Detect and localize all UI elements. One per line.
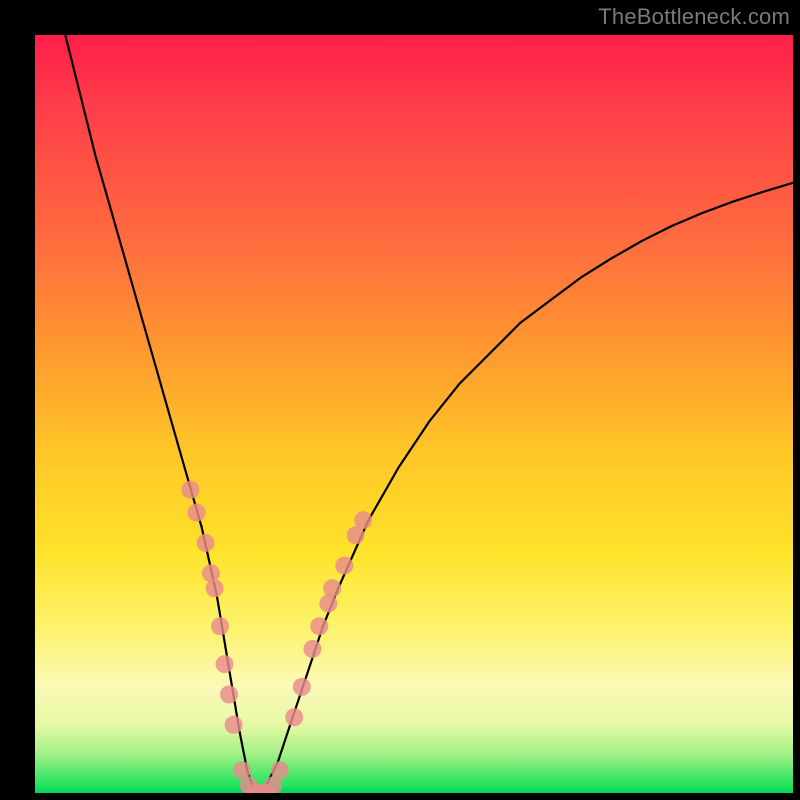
marker-dot bbox=[181, 481, 199, 499]
marker-dot bbox=[354, 511, 372, 529]
marker-dot bbox=[216, 655, 234, 673]
marker-dot bbox=[202, 564, 220, 582]
marker-dot bbox=[197, 534, 215, 552]
marker-dot bbox=[310, 617, 328, 635]
marker-dot bbox=[285, 708, 303, 726]
marker-dot bbox=[220, 686, 238, 704]
chart-container: TheBottleneck.com bbox=[0, 0, 800, 800]
marker-dot bbox=[323, 579, 341, 597]
plot-area bbox=[35, 35, 793, 793]
bottleneck-curve bbox=[65, 35, 793, 793]
marker-dot bbox=[335, 557, 353, 575]
watermark-text: TheBottleneck.com bbox=[598, 4, 790, 30]
marker-dot bbox=[271, 761, 289, 779]
marker-dot bbox=[225, 716, 243, 734]
marker-dot bbox=[188, 504, 206, 522]
curve-svg bbox=[35, 35, 793, 793]
marker-dot bbox=[293, 678, 311, 696]
marker-dot bbox=[211, 617, 229, 635]
marker-dot bbox=[319, 595, 337, 613]
marker-group bbox=[181, 481, 372, 793]
marker-dot bbox=[206, 579, 224, 597]
marker-dot bbox=[303, 640, 321, 658]
